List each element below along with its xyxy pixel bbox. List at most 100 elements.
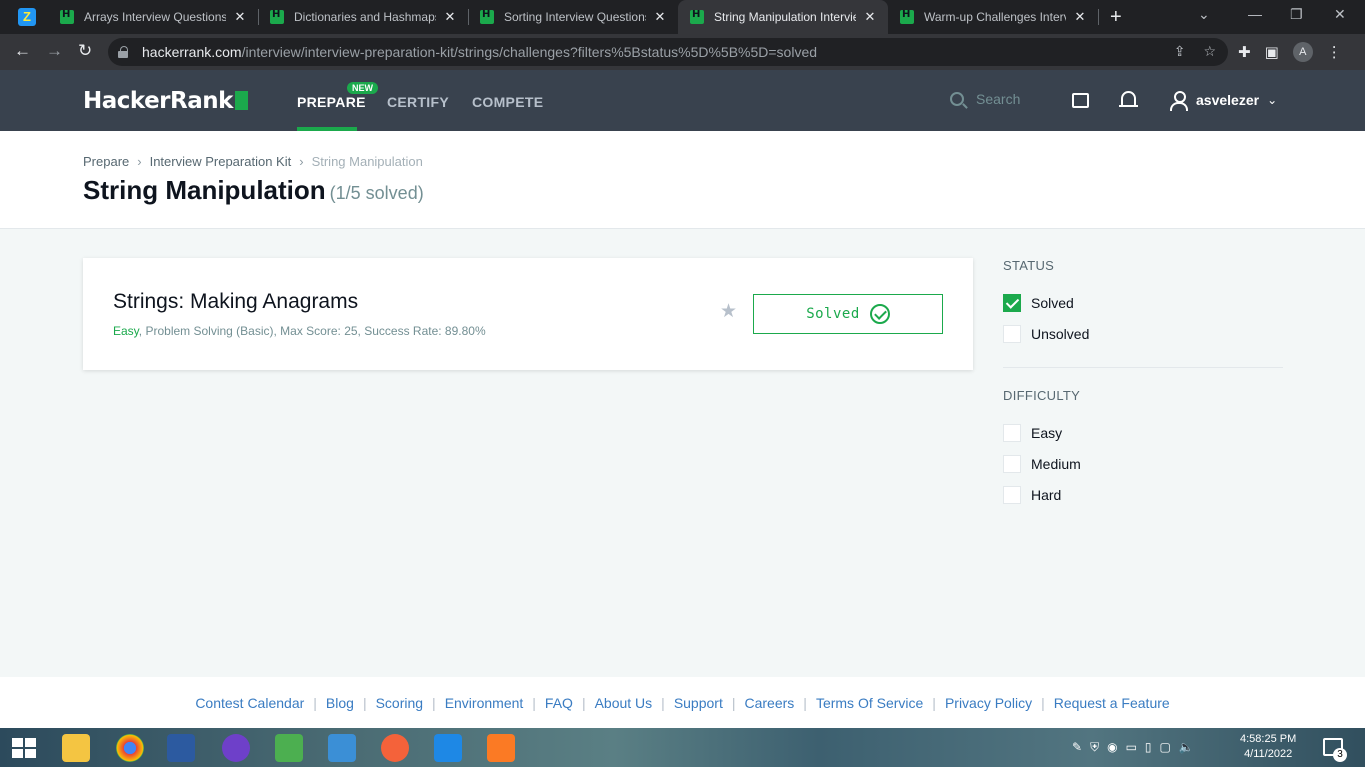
breadcrumb-current: String Manipulation <box>311 154 423 169</box>
reload-icon[interactable]: ↻ <box>78 41 92 61</box>
hackerrank-favicon-icon <box>480 9 494 24</box>
messages-icon[interactable] <box>1072 93 1089 108</box>
new-tab-icon[interactable]: + <box>1110 6 1122 29</box>
filters-sidebar: STATUS Solved Unsolved DIFFICULTY Easy M… <box>1003 258 1283 510</box>
search-input[interactable]: Search <box>950 91 1020 107</box>
user-menu[interactable]: asvelezer ⌄ <box>1170 90 1277 111</box>
close-tab-icon[interactable]: ✕ <box>652 9 668 25</box>
hackerrank-favicon-icon <box>690 9 704 24</box>
minimize-icon[interactable]: — <box>1248 6 1262 22</box>
hackerrank-favicon-icon <box>900 9 914 24</box>
checkbox[interactable] <box>1003 485 1021 504</box>
browser-tab-warmup[interactable]: Warm-up Challenges Interv ✕ <box>888 0 1098 34</box>
filter-divider <box>1003 367 1283 368</box>
side-panel-icon[interactable]: ▣ <box>1265 43 1279 61</box>
filter-solved[interactable]: Solved <box>1003 287 1283 318</box>
chrome-icon[interactable] <box>116 734 144 762</box>
bookmark-star-icon[interactable]: ☆ <box>1203 43 1216 60</box>
breadcrumb-prepare[interactable]: Prepare <box>83 154 129 169</box>
xampp-icon[interactable] <box>487 734 515 762</box>
footer-link-scoring[interactable]: Scoring <box>376 695 423 711</box>
share-icon[interactable]: ⇪ <box>1174 43 1186 60</box>
monitor-icon[interactable]: ▢ <box>1160 740 1171 755</box>
vpn-icon[interactable] <box>275 734 303 762</box>
footer-link-about-us[interactable]: About Us <box>595 695 653 711</box>
remote-desktop-icon[interactable] <box>328 734 356 762</box>
pen-icon[interactable]: ✎ <box>1072 740 1082 755</box>
notifications-bell-icon[interactable] <box>1119 91 1138 107</box>
kebab-menu-icon[interactable]: ⋮ <box>1327 43 1342 61</box>
security-icon[interactable]: ⛨ <box>1090 740 1099 755</box>
share-app-icon[interactable] <box>434 734 462 762</box>
hackerrank-favicon-icon <box>60 9 74 24</box>
tab-title: Warm-up Challenges Interv <box>924 10 1066 24</box>
close-tab-icon[interactable]: ✕ <box>862 9 878 25</box>
search-icon <box>950 92 964 106</box>
tab-title: Sorting Interview Questions <box>504 10 646 24</box>
footer-link-terms[interactable]: Terms Of Service <box>816 695 923 711</box>
clock-time: 4:58:25 PM <box>1240 733 1297 745</box>
nav-compete[interactable]: COMPETE <box>472 94 543 110</box>
browser-tab-dictionaries[interactable]: Dictionaries and Hashmaps ✕ <box>258 0 468 34</box>
checkbox[interactable] <box>1003 454 1021 473</box>
tab-search-chevron-icon[interactable]: ⌄ <box>1198 6 1210 23</box>
close-window-icon[interactable]: ✕ <box>1334 6 1346 23</box>
challenge-card[interactable]: Strings: Making Anagrams Easy, Problem S… <box>83 258 973 370</box>
volume-icon[interactable]: 🔈 <box>1179 740 1194 755</box>
address-bar[interactable]: hackerrank.com/interview/interview-prepa… <box>108 38 1228 66</box>
browser-tab-string-manipulation[interactable]: String Manipulation Intervie ✕ <box>678 0 888 34</box>
bookmark-star-icon[interactable]: ★ <box>720 300 737 323</box>
checkbox[interactable] <box>1003 324 1021 343</box>
back-arrow-icon[interactable]: ← <box>14 41 31 61</box>
solved-progress: (1/5 solved) <box>329 183 424 203</box>
breadcrumb: Prepare › Interview Preparation Kit › St… <box>83 154 423 169</box>
check-circle-icon <box>869 304 890 324</box>
footer-link-privacy[interactable]: Privacy Policy <box>945 695 1032 711</box>
filter-medium[interactable]: Medium <box>1003 448 1283 479</box>
windows-start-icon[interactable] <box>12 738 36 758</box>
system-clock[interactable]: 4:58:25 PM 4/11/2022 <box>1240 732 1296 762</box>
checkbox[interactable] <box>1003 423 1021 442</box>
nav-prepare[interactable]: PREPARE <box>297 94 366 110</box>
page-title: String Manipulation (1/5 solved) <box>83 175 424 205</box>
footer-link-environment[interactable]: Environment <box>445 695 524 711</box>
solved-button[interactable]: Solved <box>753 294 943 334</box>
challenge-meta: Easy, Problem Solving (Basic), Max Score… <box>113 324 486 338</box>
battery-icon[interactable]: ▯ <box>1145 740 1152 755</box>
postman-icon[interactable] <box>381 734 409 762</box>
extensions-puzzle-icon[interactable]: ✚ <box>1238 43 1251 61</box>
breadcrumb-interview-kit[interactable]: Interview Preparation Kit <box>150 154 292 169</box>
checkbox-checked[interactable] <box>1003 293 1021 312</box>
hackerrank-favicon-icon <box>270 9 284 24</box>
file-explorer-icon[interactable] <box>62 734 90 762</box>
app-menu-icon[interactable]: Z <box>18 8 36 26</box>
footer-link-blog[interactable]: Blog <box>326 695 354 711</box>
close-tab-icon[interactable]: ✕ <box>1072 9 1088 25</box>
display-icon[interactable]: ▭ <box>1126 740 1137 755</box>
browser-tab-sorting[interactable]: Sorting Interview Questions ✕ <box>468 0 678 34</box>
filter-easy[interactable]: Easy <box>1003 417 1283 448</box>
filter-unsolved[interactable]: Unsolved <box>1003 318 1283 349</box>
page-footer: Contest Calendar | Blog | Scoring | Environ… <box>0 677 1365 728</box>
close-tab-icon[interactable]: ✕ <box>232 9 248 25</box>
network-icon[interactable]: ◉ <box>1107 740 1117 755</box>
github-desktop-icon[interactable] <box>222 734 250 762</box>
close-tab-icon[interactable]: ✕ <box>442 9 458 25</box>
footer-link-request-feature[interactable]: Request a Feature <box>1054 695 1170 711</box>
username: asvelezer <box>1196 92 1260 108</box>
hackerrank-logo[interactable]: HackerRank <box>83 88 248 114</box>
forward-arrow-icon[interactable]: → <box>46 41 63 61</box>
filter-hard[interactable]: Hard <box>1003 479 1283 510</box>
status-filter-heading: STATUS <box>1003 258 1055 273</box>
footer-link-support[interactable]: Support <box>674 695 723 711</box>
browser-tab-arrays[interactable]: Arrays Interview Questions | ✕ <box>48 0 258 34</box>
nav-certify[interactable]: CERTIFY <box>387 94 449 110</box>
footer-link-careers[interactable]: Careers <box>745 695 795 711</box>
challenge-title[interactable]: Strings: Making Anagrams <box>113 290 358 314</box>
breadcrumb-separator-icon: › <box>299 154 304 169</box>
footer-link-faq[interactable]: FAQ <box>545 695 573 711</box>
restore-icon[interactable]: ❐ <box>1290 6 1303 23</box>
profile-avatar[interactable]: A <box>1292 42 1313 62</box>
footer-link-contest-calendar[interactable]: Contest Calendar <box>195 695 304 711</box>
virtualbox-icon[interactable] <box>167 734 195 762</box>
